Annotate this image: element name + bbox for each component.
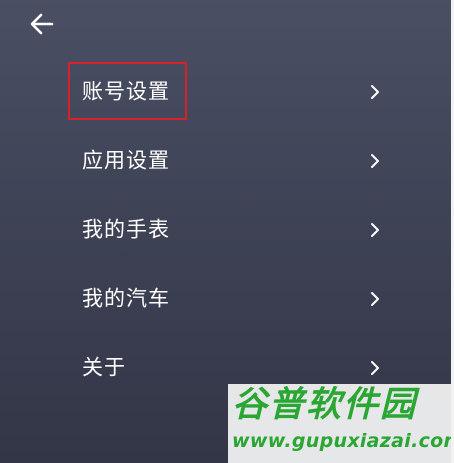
menu-item-my-watch[interactable]: 我的手表 bbox=[0, 195, 454, 264]
chevron-right-icon bbox=[368, 83, 382, 101]
watermark: 谷普软件园 www.gupuxiazai.com bbox=[228, 384, 454, 463]
menu-item-label: 应用设置 bbox=[82, 148, 170, 172]
menu-item-label: 账号设置 bbox=[82, 79, 170, 103]
settings-menu: 账号设置 应用设置 我的手表 我的汽车 关于 bbox=[0, 57, 454, 402]
menu-item-label: 我的汽车 bbox=[82, 286, 170, 310]
settings-screen: 账号设置 应用设置 我的手表 我的汽车 关于 谷普软件园 www.gupuxia… bbox=[0, 0, 454, 463]
menu-item-label: 我的手表 bbox=[82, 217, 170, 241]
menu-item-account-settings[interactable]: 账号设置 bbox=[0, 57, 454, 126]
arrow-left-icon bbox=[30, 13, 54, 35]
watermark-title: 谷普软件园 bbox=[232, 385, 418, 425]
menu-item-app-settings[interactable]: 应用设置 bbox=[0, 126, 454, 195]
chevron-right-icon bbox=[368, 221, 382, 239]
watermark-url: www.gupuxiazai.com bbox=[232, 430, 454, 452]
menu-item-my-car[interactable]: 我的汽车 bbox=[0, 264, 454, 333]
menu-item-label: 关于 bbox=[82, 355, 126, 379]
chevron-right-icon bbox=[368, 290, 382, 308]
chevron-right-icon bbox=[368, 359, 382, 377]
back-button[interactable] bbox=[22, 6, 62, 42]
chevron-right-icon bbox=[368, 152, 382, 170]
